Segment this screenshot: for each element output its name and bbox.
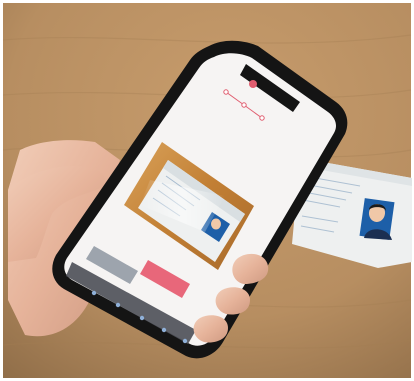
share-icon	[139, 315, 145, 321]
back-icon	[91, 290, 97, 296]
photo	[0, 0, 414, 381]
bookmarks-icon	[161, 327, 167, 333]
forward-icon	[115, 302, 121, 308]
photo-illustration	[2, 3, 412, 378]
tabs-icon	[182, 338, 188, 344]
